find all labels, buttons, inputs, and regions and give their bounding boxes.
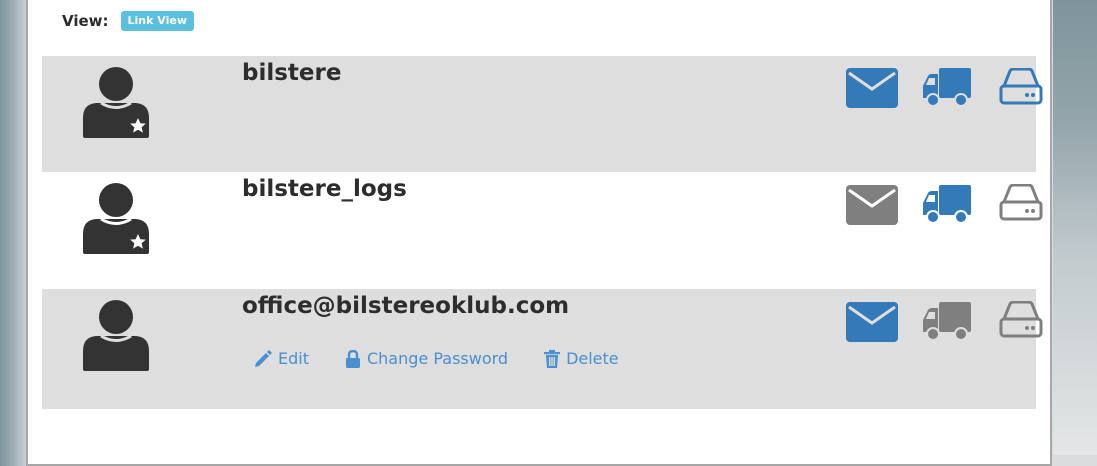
envelope-icon[interactable] — [846, 185, 898, 225]
truck-icon[interactable] — [923, 68, 971, 110]
truck-icon[interactable] — [923, 302, 971, 344]
pencil-icon — [255, 349, 272, 367]
lock-icon — [345, 349, 360, 368]
edit-link[interactable]: Edit — [254, 349, 309, 368]
change-password-label: Change Password — [366, 349, 509, 368]
user-icon — [83, 300, 149, 371]
hard-drive-icon[interactable] — [999, 301, 1043, 339]
user-icon — [83, 67, 149, 138]
account-actions: Edit Change Password Delete — [254, 349, 655, 368]
envelope-icon[interactable] — [846, 68, 898, 108]
account-username: bilstere — [242, 60, 342, 86]
account-username: bilstere_logs — [242, 176, 407, 202]
hard-drive-icon[interactable] — [999, 68, 1043, 106]
account-row: office@bilstereoklub.com Edit Change Pas… — [42, 289, 1043, 409]
account-username: office@bilstereoklub.com — [242, 293, 570, 319]
edit-label: Edit — [278, 349, 309, 368]
trash-icon — [544, 349, 561, 368]
hard-drive-icon[interactable] — [999, 184, 1043, 222]
view-label: View: — [62, 12, 109, 30]
account-row: bilstere — [42, 56, 1043, 172]
envelope-icon[interactable] — [846, 302, 898, 342]
account-row: bilstere_logs — [42, 172, 1043, 289]
user-icon — [83, 183, 149, 254]
delete-label: Delete — [566, 349, 619, 368]
view-selector: View: Link View — [62, 10, 194, 32]
change-password-link[interactable]: Change Password — [345, 349, 508, 368]
window-background — [1053, 0, 1097, 455]
delete-link[interactable]: Delete — [544, 349, 619, 368]
truck-icon[interactable] — [923, 185, 971, 227]
view-mode-badge[interactable]: Link View — [120, 11, 194, 31]
